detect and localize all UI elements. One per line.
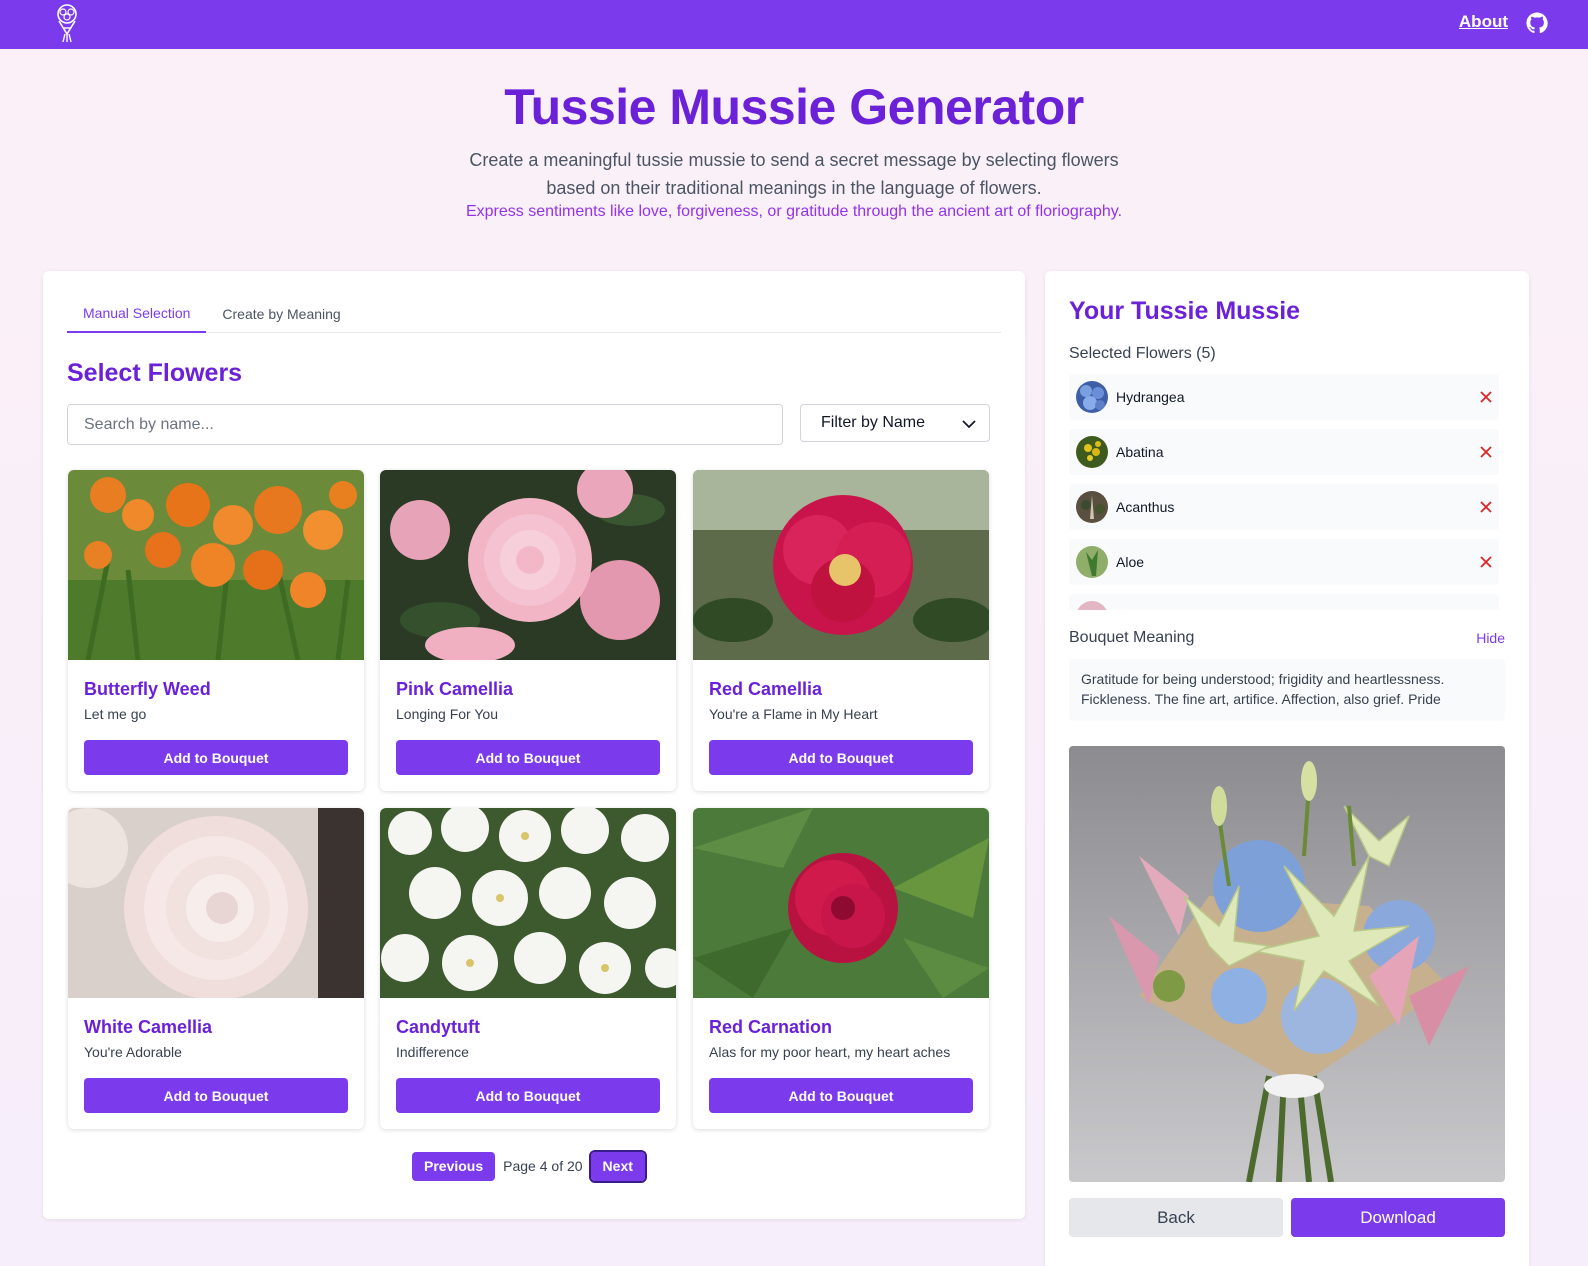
flower-card: Pink Camellia Longing For You Add to Bou… [380,470,676,791]
flower-meaning: Longing For You [396,706,498,722]
add-to-bouquet-button[interactable]: Add to Bouquet [709,1078,973,1113]
github-icon[interactable] [1526,12,1548,34]
download-button[interactable]: Download [1291,1198,1505,1237]
selected-flower-name: Aloe [1116,554,1145,570]
add-to-bouquet-button[interactable]: Add to Bouquet [84,740,348,775]
back-button[interactable]: Back [1069,1198,1283,1237]
filter-value: Filter by Name [821,414,926,431]
pagination: Previous Page 4 of 20 Next [412,1149,647,1183]
flower-meaning: You're Adorable [84,1044,182,1060]
selected-flower-item-partial [1069,594,1499,610]
selected-flower-item: Aloe [1069,539,1499,585]
flower-name: White Camellia [84,1017,213,1037]
previous-page-button[interactable]: Previous [412,1151,496,1181]
selected-flowers-list[interactable]: Hydrangea Abatina Acanthus Aloe [1069,374,1499,610]
selected-flower-item: Hydrangea [1069,374,1499,420]
remove-icon[interactable] [1479,555,1493,569]
bouquet-meaning-text: Gratitude for being understood; frigidit… [1069,659,1505,721]
flower-meaning: Let me go [84,706,147,722]
flower-card: Red Carnation Alas for my poor heart, my… [693,808,989,1129]
flower-name: Butterfly Weed [84,679,211,699]
bouquet-image [1069,746,1505,1182]
selected-flower-name: Abatina [1116,444,1164,460]
next-page-button[interactable]: Next [588,1149,647,1183]
flower-name: Pink Camellia [396,679,514,699]
hide-meaning-link[interactable]: Hide [1476,630,1505,646]
page-indicator: Page 4 of 20 [503,1158,583,1174]
flower-meaning: Alas for my poor heart, my heart aches [709,1044,951,1060]
remove-icon[interactable] [1479,500,1493,514]
filter-select[interactable]: Filter by Name [800,404,990,442]
flower-card: Butterfly Weed Let me go Add to Bouquet [68,470,364,791]
flower-card: Red Camellia You're a Flame in My Heart … [693,470,989,791]
flower-thumbnail [1076,546,1108,578]
flower-name: Candytuft [396,1017,480,1037]
add-to-bouquet-button[interactable]: Add to Bouquet [84,1078,348,1113]
add-to-bouquet-button[interactable]: Add to Bouquet [396,1078,660,1113]
selected-flower-item: Acanthus [1069,484,1499,530]
flower-thumbnail [1076,601,1108,610]
flower-image [68,808,364,1000]
selected-flower-name: Hydrangea [1116,389,1185,405]
page-title: Tussie Mussie Generator [504,79,1084,135]
flower-thumbnail [1076,381,1108,413]
chevron-down-icon [962,420,976,429]
add-to-bouquet-button[interactable]: Add to Bouquet [396,740,660,775]
page-tagline: Express sentiments like love, forgivenes… [465,203,1123,220]
flower-image [380,470,676,663]
flower-meaning: You're a Flame in My Heart [709,706,878,722]
add-to-bouquet-button[interactable]: Add to Bouquet [709,740,973,775]
about-link[interactable]: About [1459,12,1508,32]
flower-image [693,808,989,998]
flower-image [380,808,676,998]
selected-flower-name: Acanthus [1116,499,1175,515]
flower-image [68,470,364,661]
select-flowers-heading: Select Flowers [67,359,243,387]
remove-icon[interactable] [1479,390,1493,404]
flower-thumbnail [1076,436,1108,468]
bouquet-logo-icon[interactable] [52,4,82,44]
page-subtitle: Create a meaningful tussie mussie to sen… [469,150,1119,198]
flower-card: White Camellia You're Adorable Add to Bo… [68,808,364,1129]
tab-create-by-meaning[interactable]: Create by Meaning [206,299,356,333]
mode-tabs: Manual Selection Create by Meaning [67,299,1001,333]
bouquet-heading: Your Tussie Mussie [1069,297,1301,325]
bouquet-panel: Your Tussie Mussie Selected Flowers (5) … [1045,271,1529,1266]
selected-flower-item: Abatina [1069,429,1499,475]
remove-icon[interactable] [1479,445,1493,459]
bouquet-meaning-label: Bouquet Meaning [1069,629,1195,646]
flower-selector-panel: Manual Selection Create by Meaning Selec… [43,271,1025,1219]
search-input[interactable] [67,404,783,445]
flower-image [693,470,989,660]
top-nav-bar: About [0,0,1588,49]
flower-name: Red Camellia [709,679,823,699]
flower-meaning: Indifference [396,1044,469,1060]
flower-card: Candytuft Indifference Add to Bouquet [380,808,676,1129]
selected-count: Selected Flowers (5) [1069,345,1216,362]
flower-name: Red Carnation [709,1017,833,1037]
tab-manual-selection[interactable]: Manual Selection [67,299,207,333]
flower-thumbnail [1076,491,1108,523]
